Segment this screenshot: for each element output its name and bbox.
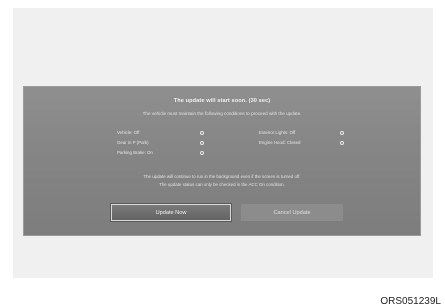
condition-label: Vehicle: Off (117, 130, 140, 135)
status-circle-icon (340, 141, 344, 145)
status-circle-icon (340, 131, 344, 135)
status-circle-icon (200, 141, 204, 145)
condition-label: Gear in P (Park) (117, 140, 149, 145)
dialog-title: The update will start soon. (30 sec) (173, 98, 271, 104)
dialog-subtitle: The vehicle must maintain the following … (142, 111, 302, 116)
condition-label: Parking Brake: On (117, 150, 153, 155)
background-note: The update will continue to run in the b… (143, 174, 301, 179)
update-now-button[interactable]: Update Now (111, 204, 231, 221)
condition-gear-park: Gear in P (Park) (117, 140, 149, 145)
condition-vehicle-off: Vehicle: Off (117, 130, 139, 135)
status-note: The update status can only be checked in… (159, 182, 285, 187)
condition-label: Exterior Lights: Off (259, 130, 296, 135)
update-dialog: The update will start soon. (30 sec) The… (23, 86, 421, 236)
condition-label: Engine Hood: Closed (259, 140, 301, 145)
figure-id: ORS051239L (380, 296, 441, 307)
condition-exterior-lights: Exterior Lights: Off (259, 130, 295, 135)
status-circle-icon (200, 131, 204, 135)
cancel-update-button[interactable]: Cancel Update (241, 204, 343, 221)
condition-engine-hood: Engine Hood: Closed (259, 140, 301, 145)
status-circle-icon (200, 151, 204, 155)
condition-parking-brake: Parking Brake: On (117, 150, 153, 155)
